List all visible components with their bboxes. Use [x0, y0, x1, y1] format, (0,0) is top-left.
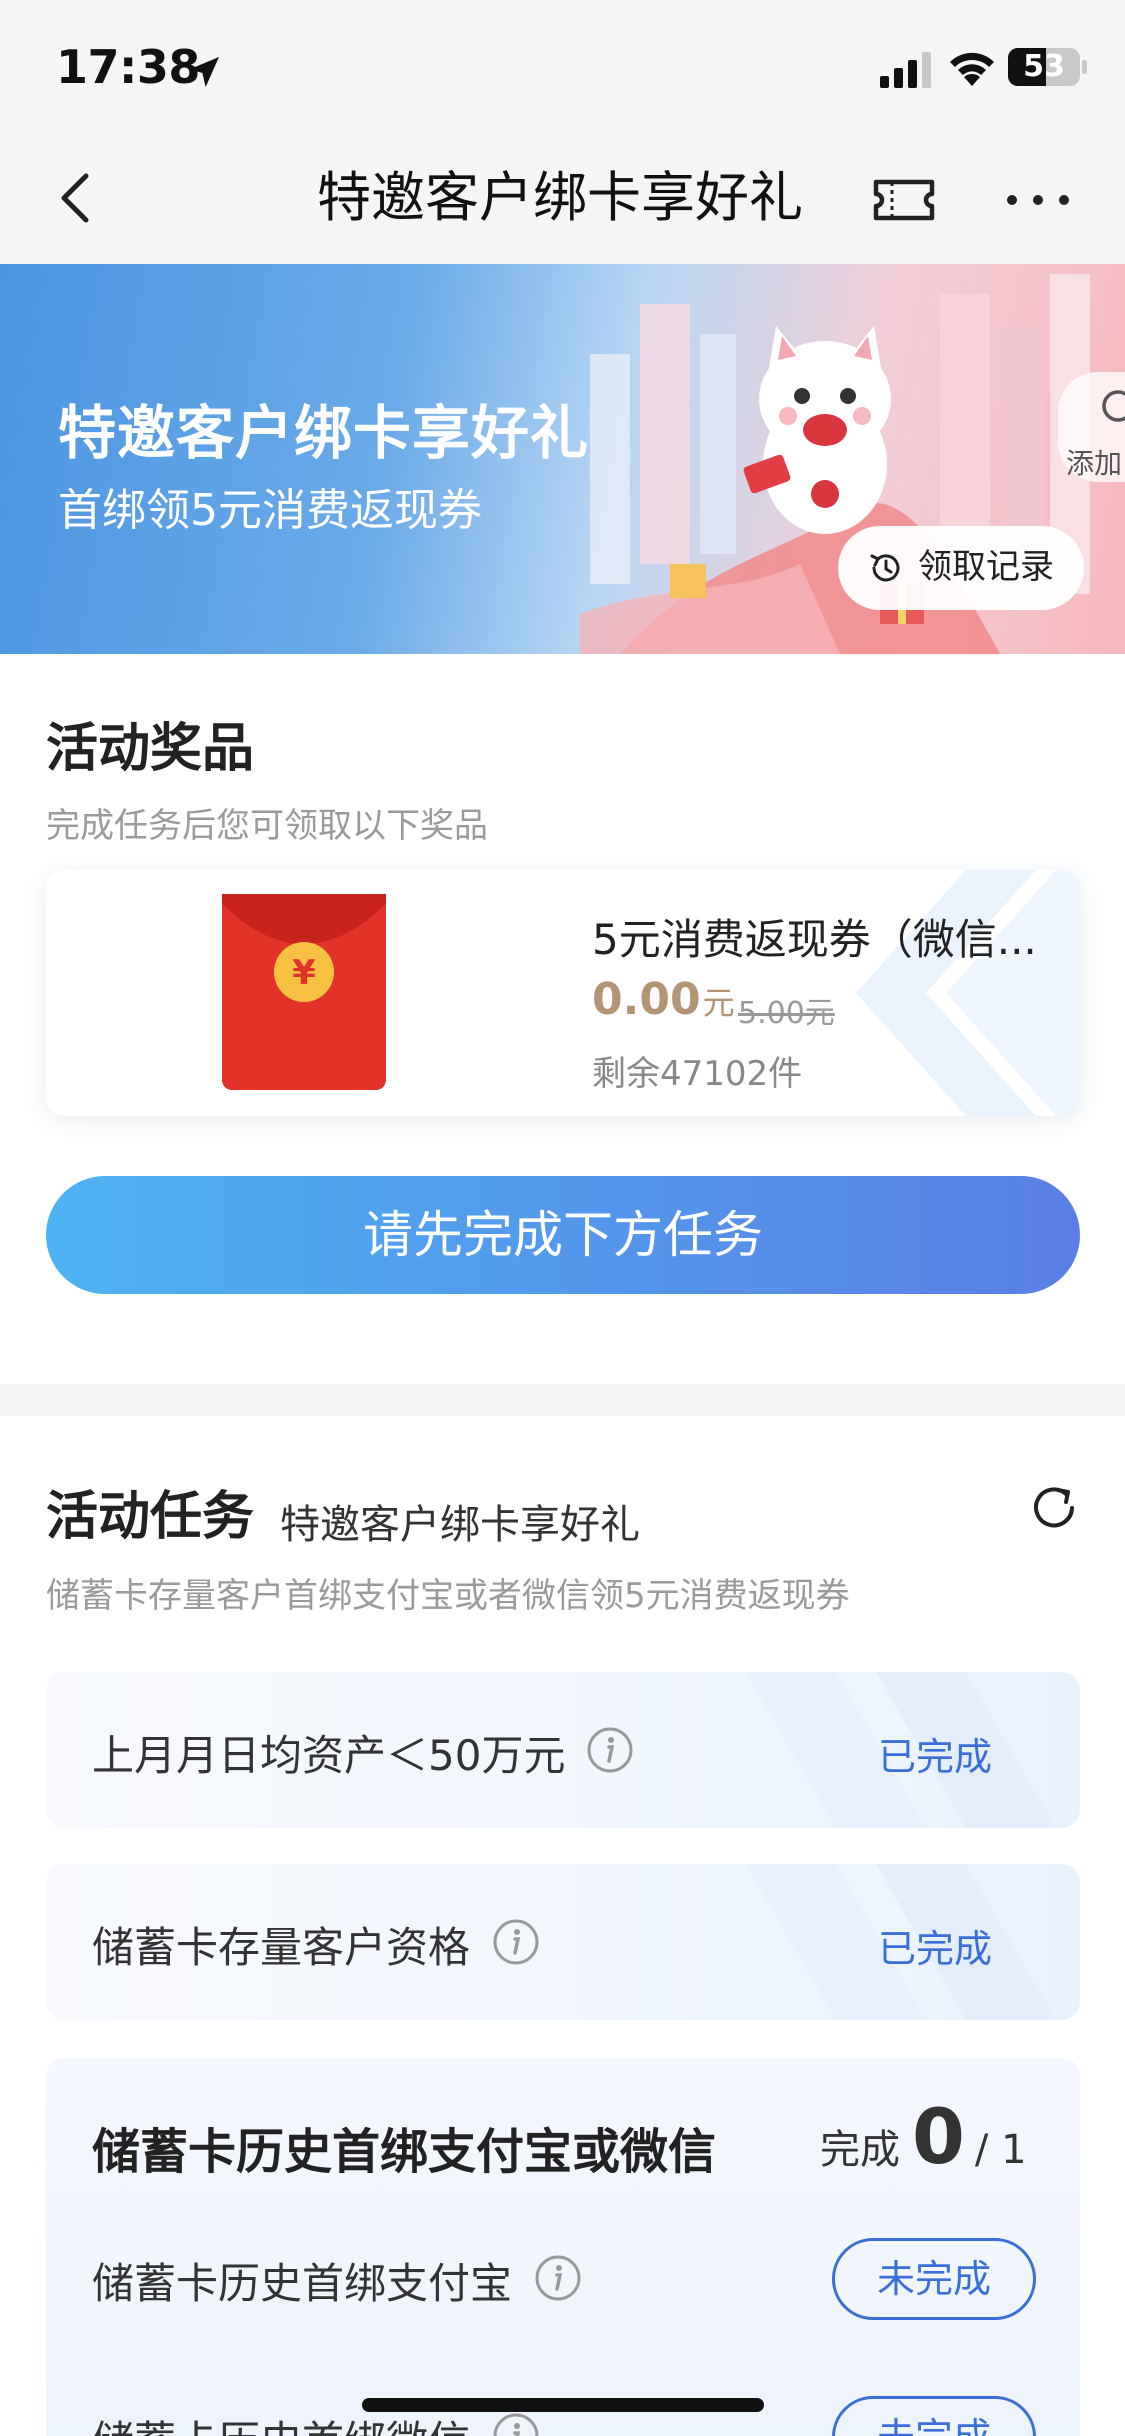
battery-level: 53	[1023, 49, 1065, 84]
cellular-signal-icon	[880, 52, 931, 88]
prize-card[interactable]: ¥ 5元消费返现券（微信... 0.00元 5.00元 剩余47102件	[46, 870, 1080, 1116]
prize-original-price: 5.00元	[738, 996, 835, 1031]
task-row: 储蓄卡存量客户资格 已完成	[46, 1864, 1080, 2020]
svg-text:¥: ¥	[292, 953, 316, 993]
clock-icon	[1102, 390, 1125, 422]
prize-price-unit: 元	[702, 984, 735, 1022]
section-divider	[0, 1384, 1125, 1416]
subtask-status-button[interactable]: 未完成	[832, 2396, 1036, 2436]
location-arrow-icon	[189, 57, 219, 87]
promo-banner: 特邀客户绑卡享好礼 首绑领5元消费返现券 添加 领取记录	[0, 264, 1125, 654]
prizes-section-title: 活动奖品	[46, 719, 255, 779]
home-indicator[interactable]	[362, 2398, 764, 2412]
info-icon[interactable]	[586, 1726, 634, 1774]
progress-count: 0	[912, 2092, 965, 2181]
progress-label: 完成	[820, 2127, 900, 2173]
task-label: 储蓄卡存量客户资格	[92, 1923, 471, 1972]
task-status: 已完成	[878, 1735, 993, 1779]
progress-total: / 1	[974, 2127, 1027, 2173]
banner-subtitle: 首绑领5元消费返现券	[58, 485, 482, 536]
subtask-label: 储蓄卡历史首绑微信	[92, 2408, 470, 2436]
ticket-icon[interactable]	[868, 168, 940, 232]
info-icon[interactable]	[492, 2412, 540, 2436]
task-row: 上月月日均资产＜50万元 已完成	[46, 1672, 1080, 1828]
prize-name: 5元消费返现券（微信...	[592, 915, 1037, 964]
more-dots-icon[interactable]	[1000, 168, 1076, 232]
tasks-section-title: 活动任务	[46, 1487, 255, 1547]
back-chevron-icon[interactable]	[40, 162, 112, 234]
battery-cap	[1082, 60, 1087, 74]
task-label: 上月月日均资产＜50万元	[92, 1731, 566, 1780]
prize-stock: 剩余47102件	[592, 1054, 803, 1094]
prize-price-value: 0.00	[592, 974, 701, 1025]
subtask-status-button[interactable]: 未完成	[832, 2238, 1036, 2320]
refresh-icon[interactable]	[1026, 1480, 1082, 1536]
add-favorite-label: 添加	[1066, 447, 1123, 480]
banner-title: 特邀客户绑卡享好礼	[58, 399, 590, 467]
info-icon[interactable]	[492, 1918, 540, 1966]
prize-price: 0.00元	[592, 974, 735, 1025]
info-icon[interactable]	[534, 2254, 582, 2302]
status-time: 17:38	[56, 40, 200, 94]
nav-bar: 特邀客户绑卡享好礼	[0, 132, 1125, 264]
red-envelope-icon: ¥	[222, 894, 386, 1090]
subtask-label: 储蓄卡历史首绑支付宝	[92, 2259, 513, 2308]
task-group-card: 储蓄卡历史首绑支付宝或微信 完成 0/ 1 储蓄卡历史首绑支付宝 未完成 储蓄卡历…	[46, 2058, 1080, 2436]
claim-record-label: 领取记录	[918, 547, 1054, 587]
history-icon	[870, 554, 900, 582]
wifi-icon	[950, 52, 994, 86]
task-group-progress: 完成 0/ 1	[820, 2092, 1027, 2181]
battery-icon: 53	[1008, 48, 1080, 86]
tasks-section-subtitle: 储蓄卡存量客户首绑支付宝或者微信领5元消费返现券	[46, 1576, 850, 1616]
status-bar: 17:38 53	[0, 0, 1125, 132]
task-group-title: 储蓄卡历史首绑支付宝或微信	[92, 2124, 717, 2180]
page-title: 特邀客户绑卡享好礼	[317, 166, 803, 229]
prizes-section-subtitle: 完成任务后您可领取以下奖品	[46, 806, 488, 846]
complete-tasks-button[interactable]: 请先完成下方任务	[46, 1176, 1080, 1294]
claim-record-button[interactable]: 领取记录	[838, 526, 1084, 610]
tasks-section-tag: 特邀客户绑卡享好礼	[280, 1502, 640, 1548]
task-status: 已完成	[878, 1927, 993, 1971]
